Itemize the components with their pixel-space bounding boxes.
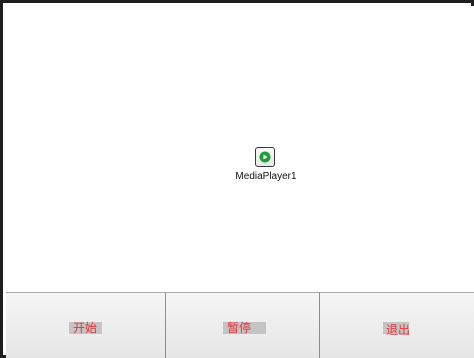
start-button[interactable]: 开始: [6, 293, 166, 358]
app-window: MediaPlayer1 开始 暂停 退出: [0, 0, 474, 358]
media-player-area: MediaPlayer1: [6, 6, 474, 292]
button-bar: 开始 暂停 退出: [6, 292, 474, 358]
media-player-label: MediaPlayer1: [235, 171, 297, 182]
pause-button[interactable]: 暂停: [166, 293, 320, 358]
start-button-label: 开始: [73, 321, 98, 335]
media-player-icon: [255, 147, 275, 167]
exit-button-label: 退出: [386, 323, 411, 337]
exit-button[interactable]: 退出: [320, 293, 474, 358]
pause-button-label: 暂停: [227, 321, 252, 335]
play-icon: [259, 151, 271, 163]
media-player-component[interactable]: MediaPlayer1: [224, 147, 308, 187]
